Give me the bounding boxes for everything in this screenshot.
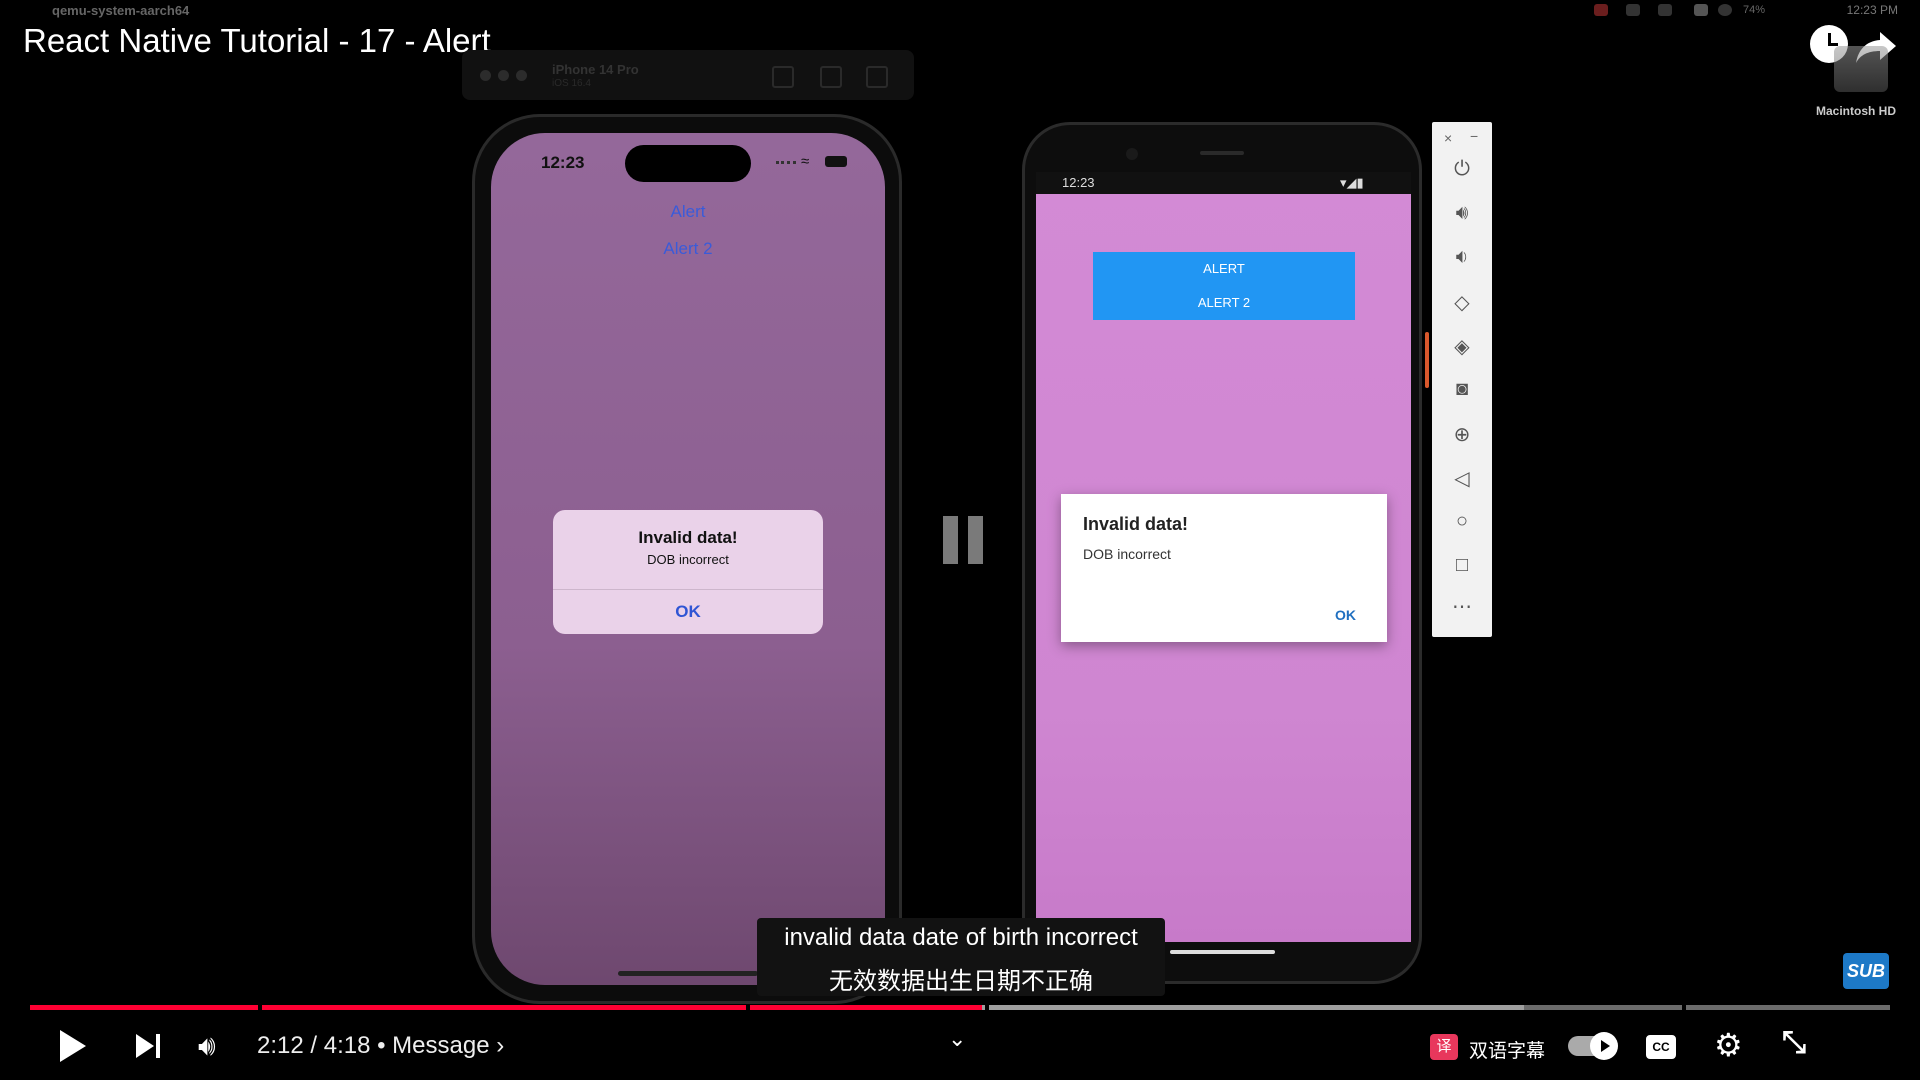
iphone-screen: 12:23 ≈ Alert Alert 2 Invalid data! DOB … [491,133,885,985]
time-display[interactable]: 2:12 / 4:18 • Message › [257,1032,504,1060]
ios-alert2-button[interactable]: Alert 2 [491,239,885,259]
chapter-title[interactable]: • Message › [377,1032,504,1059]
rotate-left-icon[interactable]: ◇ [1447,290,1477,315]
android-alert-button[interactable]: ALERT [1093,252,1355,286]
android-dialog-ok-button[interactable]: OK [1335,607,1356,623]
android-status-time: 12:23 [1062,175,1095,190]
play-icon[interactable] [60,1030,86,1062]
camera-icon[interactable]: ◙ [1447,378,1477,401]
next-icon-bar[interactable] [156,1034,160,1058]
chapter-marker [985,1005,989,1010]
pause-icon[interactable] [943,516,958,564]
ios-wifi-icon: ≈ [801,153,810,170]
sim-rotate-icon[interactable] [866,66,888,88]
ios-alert-divider [553,589,823,590]
window-close-dot[interactable] [480,70,491,81]
time-readout: 2:12 / 4:18 [257,1032,371,1059]
volume-down-icon[interactable]: 🔉︎ [1447,246,1477,269]
next-icon[interactable] [136,1034,154,1058]
record-indicator-icon[interactable] [1594,4,1608,16]
exit-fullscreen-icon[interactable]: ⤡ [1782,1026,1806,1060]
focus-moon-icon[interactable] [1626,4,1640,16]
hard-disk-icon [1834,46,1888,92]
emulator-toolbar: × − ⏻ 🔊︎ 🔉︎ ◇ ◈ ◙ ⊕ ◁ ○ □ ⋯ [1432,122,1492,637]
chapter-marker [258,1005,262,1010]
android-gesture-bar[interactable] [1170,950,1275,954]
power-icon[interactable]: ⏻ [1447,158,1477,181]
chapter-marker [746,1005,750,1010]
ios-status-time: 12:23 [541,153,585,172]
user-icon[interactable] [1718,4,1732,16]
menubar-extra-icon[interactable] [1658,4,1672,16]
window-minimize-dot[interactable] [498,70,509,81]
back-icon[interactable]: ◁ [1447,466,1477,491]
more-icon[interactable]: ⋯ [1447,594,1477,619]
autoplay-knob-icon[interactable] [1590,1032,1618,1060]
volume-icon[interactable]: 🔊︎ [198,1030,216,1063]
android-signal-battery-icon: ▾◢▮ [1340,175,1364,190]
simulator-os-version: iOS 16.4 [552,78,591,89]
translate-icon[interactable]: 译 [1430,1034,1458,1060]
android-alert2-button[interactable]: ALERT 2 [1093,286,1355,320]
sim-screenshot-icon[interactable] [820,66,842,88]
progress-played [30,1005,983,1010]
android-speaker [1200,151,1244,155]
window-zoom-dot[interactable] [516,70,527,81]
menubar-clock[interactable]: 12:23 PM [1847,3,1898,17]
dynamic-island [625,145,751,182]
subtitle-english: invalid data date of birth incorrect [784,924,1138,951]
android-dialog-title: Invalid data! [1083,514,1189,534]
emulator-minimize-icon[interactable]: − [1470,128,1478,144]
home-icon[interactable]: ○ [1447,510,1477,533]
sim-home-icon[interactable] [772,66,794,88]
zoom-icon[interactable]: ⊕ [1447,422,1477,447]
video-title[interactable]: React Native Tutorial - 17 - Alert [23,22,491,60]
bilingual-subtitle-label[interactable]: 双语字幕 [1469,1036,1545,1063]
chapter-marker [1682,1005,1686,1010]
battery-percent[interactable]: 74% [1743,4,1765,16]
menubar-app-name[interactable]: qemu-system-aarch64 [52,3,189,18]
rotate-right-icon[interactable]: ◈ [1447,334,1477,359]
input-source-icon[interactable] [1694,4,1708,16]
ios-signal-icon [776,161,796,167]
simulator-toolbar: iPhone 14 Pro iOS 16.4 [462,50,914,100]
settings-gear-icon[interactable]: ⚙ [1714,1026,1743,1064]
ios-alert-button[interactable]: Alert [491,202,885,222]
ios-alert-ok-button[interactable]: OK [553,602,823,622]
ios-alert-title: Invalid data! [638,528,738,547]
desktop-disk-label: Macintosh HD [1815,104,1896,118]
sub-watermark: SUB [1843,953,1889,989]
overview-icon[interactable]: □ [1447,554,1477,577]
subtitle-chinese: 无效数据出生日期不正确 [829,968,1093,995]
cc-button[interactable]: CC [1646,1035,1676,1059]
ios-battery-icon [825,156,847,167]
android-camera [1126,148,1138,160]
volume-up-icon[interactable]: 🔊︎ [1447,202,1477,225]
macos-menubar: qemu-system-aarch64 74% 12:23 PM [0,0,1920,22]
emulator-close-icon[interactable]: × [1444,130,1452,146]
android-dialog-message: DOB incorrect [1083,546,1171,562]
simulator-device-name: iPhone 14 Pro [552,62,639,77]
chevron-down-icon[interactable]: ⌄ [948,1026,966,1052]
ios-alert-message: DOB incorrect [647,552,729,567]
android-volume-button[interactable] [1425,332,1429,388]
ios-alert-dialog: Invalid data! DOB incorrect OK [553,510,823,634]
ios-home-indicator[interactable] [618,971,758,976]
android-alert-dialog: Invalid data! DOB incorrect OK [1061,494,1387,642]
pause-icon-bar[interactable] [968,516,983,564]
